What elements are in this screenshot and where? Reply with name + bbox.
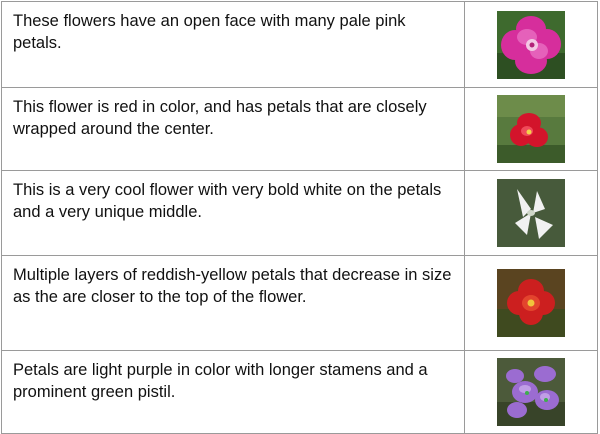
table-row: Multiple layers of reddish-yellow petals…	[0, 255, 598, 351]
image-cell	[464, 350, 598, 434]
white-flower-image	[497, 179, 566, 247]
red-flower-image	[497, 95, 566, 163]
flower-description-table: These flowers have an open face with man…	[0, 1, 598, 434]
image-cell	[464, 170, 598, 256]
red-yellow-flower-image	[497, 269, 566, 337]
description-cell: Petals are light purple in color with lo…	[0, 350, 466, 434]
table-row: This is a very cool flower with very bol…	[0, 170, 598, 256]
purple-flower-image	[497, 358, 566, 426]
pink-flower-image	[497, 10, 566, 79]
description-cell: This is a very cool flower with very bol…	[0, 170, 466, 256]
table-row: This flower is red in color, and has pet…	[0, 87, 598, 171]
description-cell: These flowers have an open face with man…	[0, 1, 466, 88]
image-cell	[464, 1, 598, 88]
description-cell: Multiple layers of reddish-yellow petals…	[0, 255, 466, 351]
image-cell	[464, 87, 598, 171]
image-cell	[464, 255, 598, 351]
description-cell: This flower is red in color, and has pet…	[0, 87, 466, 171]
table-row: Petals are light purple in color with lo…	[0, 350, 598, 434]
table-row: These flowers have an open face with man…	[0, 1, 598, 88]
